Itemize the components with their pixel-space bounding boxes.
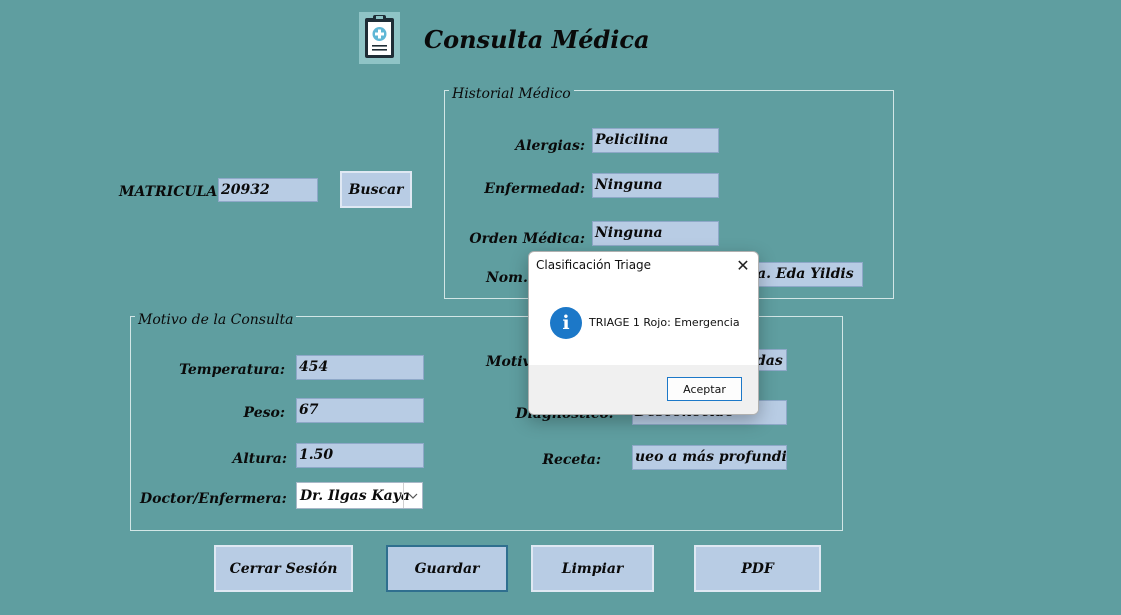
altura-field[interactable]: 1.50 [296, 443, 424, 468]
buscar-button-label: Buscar [348, 181, 404, 198]
triage-dialog: Clasificación Triage ✕ i TRIAGE 1 Rojo: … [528, 251, 759, 415]
receta-label: Receta: [542, 452, 601, 468]
doctor-label: Doctor/Enfermera: [140, 491, 287, 507]
alergias-label: Alergias: [515, 138, 585, 154]
dialog-title: Clasificación Triage [536, 258, 652, 272]
historial-legend: Historial Médico [449, 86, 574, 102]
temperatura-label: Temperatura: [179, 362, 285, 378]
aceptar-button[interactable]: Aceptar [667, 377, 742, 401]
matricula-input[interactable]: 20932 [218, 178, 318, 202]
buscar-button[interactable]: Buscar [340, 171, 412, 208]
dialog-message: TRIAGE 1 Rojo: Emergencia [589, 316, 740, 329]
nombre-field[interactable]: a. Eda Yildis [752, 262, 863, 287]
guardar-button[interactable]: Guardar [386, 545, 508, 592]
altura-label: Altura: [232, 451, 287, 467]
close-icon[interactable]: ✕ [732, 255, 754, 275]
alergias-field[interactable]: Pelicilina [592, 128, 719, 153]
cerrar-sesion-button[interactable]: Cerrar Sesión [214, 545, 353, 592]
peso-field[interactable]: 67 [296, 398, 424, 423]
guardar-label: Guardar [414, 560, 480, 577]
limpiar-button[interactable]: Limpiar [531, 545, 654, 592]
cerrar-sesion-label: Cerrar Sesión [229, 560, 338, 577]
temperatura-field[interactable]: 454 [296, 355, 424, 380]
page-title: Consulta Médica [424, 25, 650, 54]
matricula-label: MATRICULA [119, 184, 218, 200]
enfermedad-field[interactable]: Ninguna [592, 173, 719, 198]
limpiar-label: Limpiar [561, 560, 624, 577]
orden-medica-label: Orden Médica: [469, 231, 585, 247]
pdf-button[interactable]: PDF [694, 545, 821, 592]
consulta-legend: Motivo de la Consulta [135, 312, 297, 328]
receta-field[interactable]: ueo a más profundidad [632, 445, 787, 470]
peso-label: Peso: [243, 405, 285, 421]
orden-medica-field[interactable]: Ninguna [592, 221, 719, 246]
enfermedad-label: Enfermedad: [484, 181, 585, 197]
chevron-down-icon[interactable] [403, 483, 422, 508]
clipboard-medical-icon [359, 12, 400, 64]
doctor-select-value: Dr. Ilgas Kaya [300, 488, 410, 504]
info-icon: i [550, 307, 582, 339]
doctor-select[interactable]: Dr. Ilgas Kaya [296, 482, 423, 509]
pdf-label: PDF [741, 560, 774, 577]
